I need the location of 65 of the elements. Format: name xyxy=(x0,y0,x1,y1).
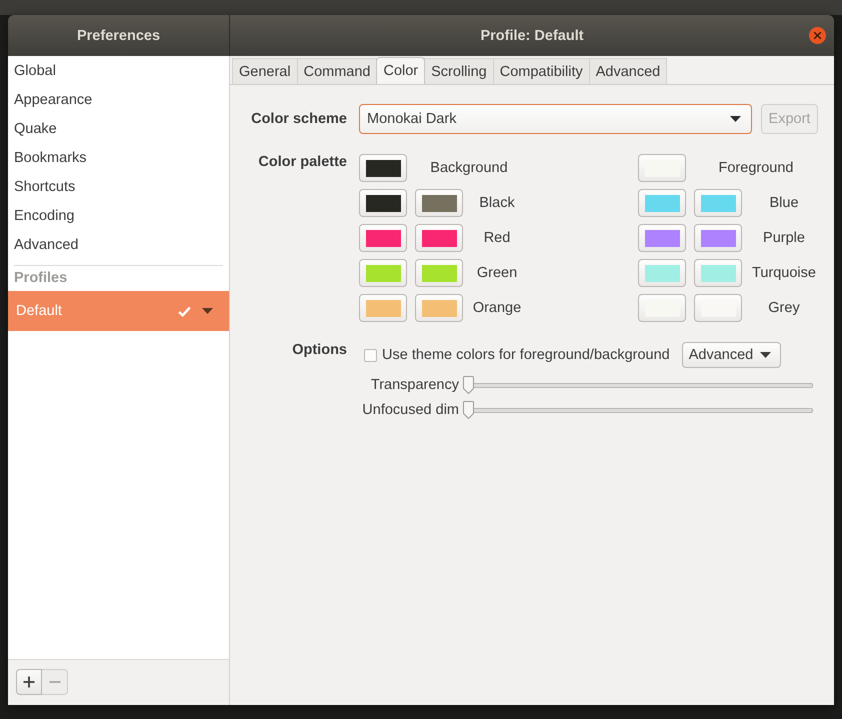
color-button[interactable] xyxy=(359,224,407,252)
slider-thumb[interactable] xyxy=(463,401,474,419)
color-button[interactable] xyxy=(415,224,463,252)
window-title: Profile: Default xyxy=(480,28,584,44)
color-label: Green xyxy=(476,265,518,281)
slider[interactable] xyxy=(463,401,813,419)
color-button[interactable] xyxy=(415,189,463,217)
color-button[interactable] xyxy=(638,189,686,217)
sidebar-item[interactable]: Encoding xyxy=(8,202,229,231)
caret-icon xyxy=(730,116,741,122)
tab[interactable]: Scrolling xyxy=(424,58,494,84)
sidebar-item[interactable]: Shortcuts xyxy=(8,173,229,202)
color-button[interactable] xyxy=(638,154,686,182)
close-icon xyxy=(809,27,826,44)
color-label: Blue xyxy=(768,195,800,211)
slider-thumb[interactable] xyxy=(463,376,474,394)
section-header: Profiles xyxy=(13,269,68,288)
color-label: Purple xyxy=(762,230,806,246)
close-button[interactable] xyxy=(809,27,826,44)
color-button[interactable] xyxy=(415,294,463,322)
color-label: Turquoise xyxy=(751,265,817,281)
color-button[interactable] xyxy=(415,259,463,287)
field-label: Color palette xyxy=(258,154,347,170)
sidebar-item[interactable]: Global xyxy=(8,57,229,86)
caret-icon xyxy=(760,352,771,358)
slider-label: Unfocused dim xyxy=(362,402,459,418)
color-label: Grey xyxy=(767,300,801,316)
color-label: Orange xyxy=(472,300,522,316)
tab[interactable]: General xyxy=(232,58,298,84)
minus-icon xyxy=(48,681,60,683)
caret-icon[interactable] xyxy=(202,308,213,314)
color-button[interactable] xyxy=(694,259,742,287)
tab[interactable]: Advanced xyxy=(588,58,668,84)
sidebar-item[interactable]: Advanced xyxy=(8,231,229,260)
plus-icon xyxy=(23,676,35,688)
checkbox[interactable] xyxy=(364,348,377,362)
sidebar-item[interactable]: Bookmarks xyxy=(8,144,229,173)
color-scheme-dropdown[interactable]: Monokai Dark xyxy=(359,104,752,134)
color-label: Red xyxy=(482,230,512,246)
color-label: Foreground xyxy=(718,160,794,176)
color-button[interactable] xyxy=(359,294,407,322)
tab[interactable]: Color xyxy=(376,57,426,84)
color-label: Black xyxy=(478,195,516,211)
color-button[interactable] xyxy=(359,154,407,182)
slider-label: Transparency xyxy=(370,377,459,393)
color-button[interactable] xyxy=(638,259,686,287)
color-button[interactable] xyxy=(359,189,407,217)
sidebar-title: Preferences xyxy=(76,28,160,44)
tab[interactable]: Compatibility xyxy=(492,58,590,84)
color-button[interactable] xyxy=(694,224,742,252)
field-label: Options xyxy=(292,342,347,358)
menu-button[interactable]: Advanced xyxy=(682,342,781,368)
color-button[interactable] xyxy=(638,224,686,252)
sidebar-item[interactable]: Appearance xyxy=(8,86,229,115)
slider[interactable] xyxy=(463,376,813,394)
color-button[interactable] xyxy=(694,189,742,217)
color-button[interactable] xyxy=(359,259,407,287)
checkbox-label[interactable]: Use theme colors for foreground/background xyxy=(382,347,670,363)
field-label: Color scheme xyxy=(251,111,347,127)
color-label: Background xyxy=(429,160,509,176)
sidebar-item[interactable]: Quake xyxy=(8,115,229,144)
add-button[interactable] xyxy=(16,669,42,695)
tab[interactable]: Command xyxy=(296,58,378,84)
color-button[interactable] xyxy=(638,294,686,322)
color-button[interactable] xyxy=(694,294,742,322)
